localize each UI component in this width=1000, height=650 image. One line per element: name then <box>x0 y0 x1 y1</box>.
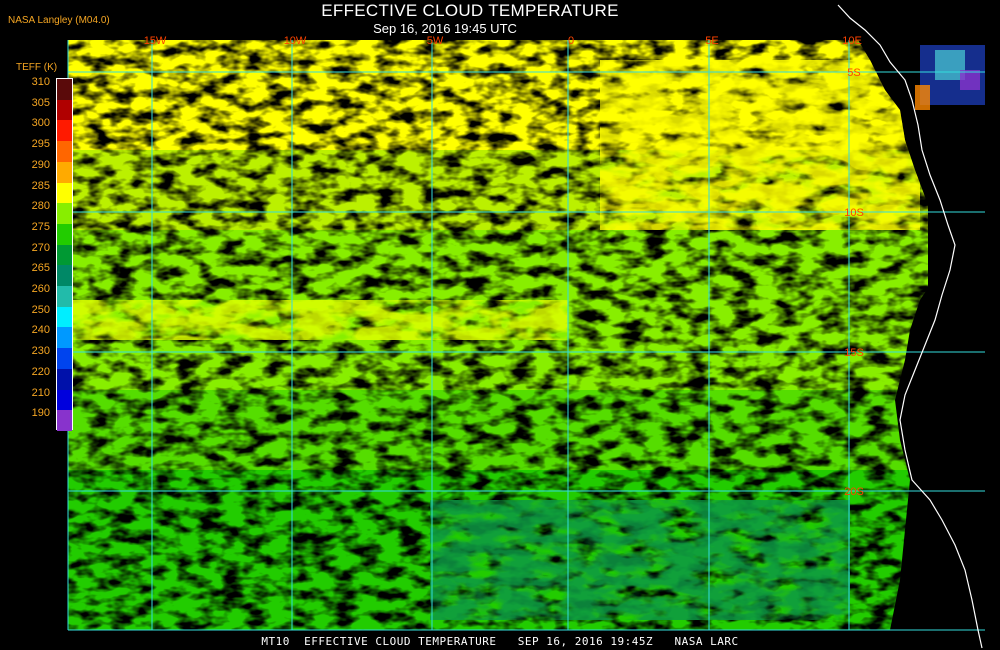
page-title: EFFECTIVE CLOUD TEMPERATURE <box>321 1 619 20</box>
cloud-field <box>68 40 928 630</box>
legend-label-230: 230 <box>31 345 50 358</box>
legend-swatch-290 <box>57 161 72 184</box>
lat-label-5S: 5S <box>847 67 860 79</box>
lat-label-15S: 15S <box>844 347 864 359</box>
footer-caption: MT10 EFFECTIVE CLOUD TEMPERATURE SEP 16,… <box>261 635 739 648</box>
legend-swatch-275 <box>57 223 72 246</box>
legend-label-240: 240 <box>31 324 50 337</box>
satellite-image-panel: 15W 10W 5W 0 5E 10E 5S 10S 15S 20S NASA Langley (… <box>0 0 1000 650</box>
legend-label-210: 210 <box>31 386 50 399</box>
cloud-band-mid-green <box>68 390 928 480</box>
legend-swatch-310 <box>57 79 72 101</box>
legend-swatch-240 <box>57 327 72 349</box>
legend-label-305: 305 <box>31 96 50 109</box>
lon-label-5E: 5E <box>705 35 718 47</box>
legend-swatch-285 <box>57 182 72 204</box>
legend-label-220: 220 <box>31 365 50 378</box>
legend-label-250: 250 <box>31 303 50 316</box>
legend-swatch-295 <box>57 141 72 163</box>
legend-title: TEFF (K) <box>16 62 58 73</box>
legend-label-310: 310 <box>31 76 50 88</box>
legend-swatch-305 <box>57 99 72 121</box>
legend-swatch-210 <box>57 389 72 411</box>
legend-label-190: 190 <box>31 407 50 420</box>
lat-label-10S: 10S <box>844 207 864 219</box>
lon-label-5W: 5W <box>427 35 444 47</box>
lat-label-20S: 20S <box>844 486 864 498</box>
legend-label-280: 280 <box>31 200 50 213</box>
legend-label-285: 285 <box>31 179 50 192</box>
legend-label-260: 260 <box>31 283 50 296</box>
legend-swatch-280 <box>57 203 72 225</box>
legend-swatch-300 <box>57 120 72 142</box>
legend-label-300: 300 <box>31 117 50 130</box>
lon-label-15W: 15W <box>144 35 167 47</box>
legend-swatch-190 <box>57 410 72 432</box>
legend-label-265: 265 <box>31 262 50 275</box>
legend-label-275: 275 <box>31 220 50 233</box>
legend-swatch-220 <box>57 368 72 391</box>
cloud-band-stratus-east <box>600 60 920 230</box>
color-legend-bar <box>56 78 73 432</box>
timestamp-subtitle: Sep 16, 2016 19:45 UTC <box>373 21 517 36</box>
legend-swatch-250 <box>57 306 72 328</box>
legend-label-290: 290 <box>31 158 50 171</box>
legend-label-295: 295 <box>31 138 50 151</box>
cloud-temperature-map: 15W 10W 5W 0 5E 10E 5S 10S 15S 20S <box>67 4 985 649</box>
legend-swatch-260 <box>57 286 72 308</box>
legend-swatch-230 <box>57 348 72 370</box>
cloud-band-cool-patches <box>430 500 850 620</box>
lon-label-10E: 10E <box>842 35 862 47</box>
land-cloud-patch <box>915 45 985 110</box>
cloud-band-yellow-streak <box>68 300 568 340</box>
legend-label-270: 270 <box>31 241 50 254</box>
legend-swatch-270 <box>57 244 72 266</box>
lon-label-0: 0 <box>568 35 574 47</box>
legend-swatch-265 <box>57 265 72 287</box>
lon-label-10W: 10W <box>284 35 307 47</box>
